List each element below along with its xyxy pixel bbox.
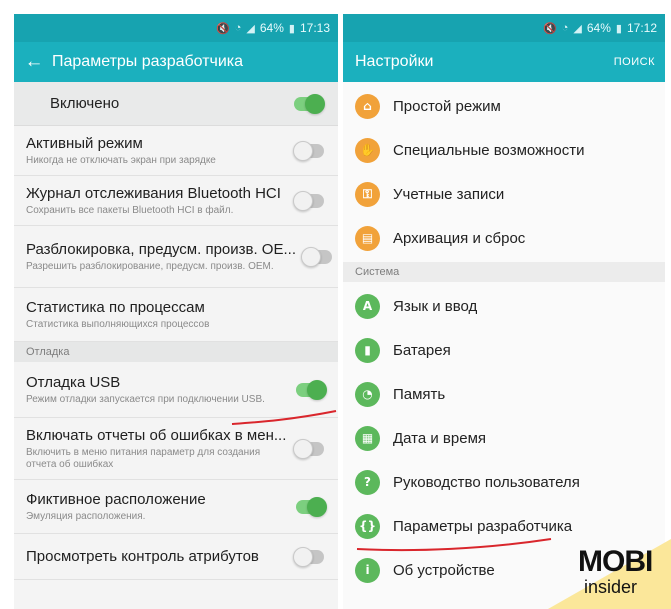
app-bar: Настройки ПОИСК: [343, 42, 665, 82]
calendar-icon: ▦: [355, 425, 380, 451]
language-icon: A: [355, 293, 380, 319]
home-icon: ⌂: [355, 93, 380, 119]
info-icon: i: [355, 557, 380, 583]
setting-texts: Статистика по процессам Статистика выполн…: [26, 299, 324, 331]
setting-title: Разблокировка, предусм. произв. OE...: [26, 240, 296, 258]
mute-icon: 🔇: [543, 22, 557, 35]
setting-texts: Разблокировка, предусм. произв. OE... Раз…: [26, 241, 304, 273]
setting-row[interactable]: Разблокировка, предусм. произв. OE... Раз…: [14, 226, 338, 288]
page-title: Параметры разработчика: [52, 53, 244, 70]
settings-item[interactable]: ◔ Память: [343, 372, 665, 416]
signal-icon: ◢: [573, 22, 582, 35]
key-icon: ⚿: [355, 181, 380, 207]
settings-item[interactable]: ⚿ Учетные записи: [343, 172, 665, 216]
setting-summary: Никогда не отключать экран при зарядке: [26, 154, 216, 166]
setting-row[interactable]: Фиктивное расположение Эмуляция расположе…: [14, 480, 338, 534]
settings-item-label: Простой режим: [393, 97, 501, 115]
setting-summary: Статистика выполняющихся процессов: [26, 318, 210, 330]
setting-texts: Фиктивное расположение Эмуляция расположе…: [26, 491, 296, 523]
setting-title: Журнал отслеживания Bluetooth HCI: [26, 184, 281, 202]
setting-title: Статистика по процессам: [26, 298, 205, 316]
wifi-icon: ◔: [561, 22, 569, 34]
setting-row[interactable]: Статистика по процессам Статистика выполн…: [14, 288, 338, 342]
settings-item[interactable]: ? Руководство пользователя: [343, 460, 665, 504]
setting-toggle[interactable]: [301, 246, 332, 267]
settings-screen: 🔇 ◔ ◢ 64% ▮ 17:12 Настройки ПОИСК ⌂ Прост…: [343, 14, 665, 609]
setting-summary: Включить в меню питания параметр для соз…: [26, 446, 261, 470]
back-arrow-icon[interactable]: ←: [16, 51, 52, 73]
app-bar: ← Параметры разработчика: [14, 42, 338, 82]
settings-item[interactable]: ✋ Специальные возможности: [343, 128, 665, 172]
setting-row[interactable]: Активный режим Никогда не отключать экран…: [14, 126, 338, 176]
setting-texts: Активный режим Никогда не отключать экран…: [26, 135, 296, 167]
setting-summary: Режим отладки запускается при подключени…: [26, 393, 265, 405]
mute-icon: 🔇: [216, 22, 230, 35]
battery-icon: ▮: [288, 22, 295, 35]
developer-options-screen: 🔇 ◔ ◢ 64% ▮ 17:13 ← Параметры разработчи…: [14, 14, 338, 609]
setting-title: Отладка USB: [26, 373, 121, 391]
setting-texts: Включать отчеты об ошибках в мен... Включ…: [26, 427, 296, 471]
developer-options-icon: {}: [355, 513, 380, 539]
battery-percent: 64%: [259, 21, 284, 35]
signal-icon: ◢: [246, 22, 255, 35]
setting-title: Активный режим: [26, 134, 143, 152]
setting-texts: Журнал отслеживания Bluetooth HCI Сохрани…: [26, 185, 296, 217]
mobi-insider-logo: MOBI insider: [548, 539, 671, 609]
setting-summary: Сохранить все пакеты Bluetooth HCI в фай…: [26, 204, 234, 216]
setting-toggle[interactable]: [293, 190, 324, 211]
manual-icon: ?: [355, 469, 380, 495]
battery-icon: ▮: [615, 22, 622, 35]
clock: 17:13: [299, 21, 330, 35]
setting-title: Включать отчеты об ошибках в мен...: [26, 426, 287, 444]
settings-item-label: Специальные возможности: [393, 141, 585, 159]
setting-row[interactable]: Включать отчеты об ошибках в мен... Включ…: [14, 418, 338, 480]
search-button[interactable]: ПОИСК: [614, 56, 655, 68]
setting-title: Просмотреть контроль атрибутов: [26, 548, 259, 565]
backup-icon: ▤: [355, 225, 380, 251]
setting-row[interactable]: Журнал отслеживания Bluetooth HCI Сохрани…: [14, 176, 338, 226]
settings-item-label: Руководство пользователя: [393, 473, 580, 491]
settings-item[interactable]: ▦ Дата и время: [343, 416, 665, 460]
setting-texts: Отладка USB Режим отладки запускается при…: [26, 374, 296, 406]
setting-toggle[interactable]: [293, 438, 324, 459]
setting-toggle[interactable]: [296, 379, 327, 400]
settings-item-label: Память: [393, 385, 446, 403]
battery-percent: 64%: [586, 21, 611, 35]
setting-toggle[interactable]: [293, 546, 324, 567]
master-switch-label: Включено: [50, 95, 120, 112]
settings-item-label: Дата и время: [393, 429, 487, 447]
page-title: Настройки: [355, 53, 434, 70]
section-header-debugging: Отладка: [14, 342, 338, 362]
status-bar: 🔇 ◔ ◢ 64% ▮ 17:13: [14, 14, 338, 42]
status-bar: 🔇 ◔ ◢ 64% ▮ 17:12: [343, 14, 665, 42]
setting-row[interactable]: Отладка USB Режим отладки запускается при…: [14, 362, 338, 418]
setting-summary: Эмуляция расположения.: [26, 510, 146, 522]
storage-icon: ◔: [355, 381, 380, 407]
settings-item[interactable]: ▮ Батарея: [343, 328, 665, 372]
setting-toggle[interactable]: [293, 140, 324, 161]
settings-item[interactable]: ⌂ Простой режим: [343, 84, 665, 128]
hand-icon: ✋: [355, 137, 380, 163]
setting-texts: Просмотреть контроль атрибутов: [26, 548, 296, 565]
settings-item[interactable]: A Язык и ввод: [343, 284, 665, 328]
clock: 17:12: [626, 21, 657, 35]
setting-toggle[interactable]: [296, 496, 327, 517]
settings-item-label: Параметры разработчика: [393, 517, 573, 535]
settings-item-label: Об устройстве: [393, 561, 495, 579]
section-header-system: Система: [343, 262, 665, 282]
settings-item-label: Учетные записи: [393, 185, 505, 203]
master-switch-row[interactable]: Включено: [14, 82, 338, 126]
settings-item[interactable]: ▤ Архивация и сброс: [343, 216, 665, 260]
battery-icon: ▮: [355, 337, 380, 363]
setting-title: Фиктивное расположение: [26, 490, 206, 508]
settings-item-label: Батарея: [393, 341, 451, 359]
settings-item-label: Язык и ввод: [393, 297, 478, 315]
wifi-icon: ◔: [234, 22, 242, 34]
setting-summary: Разрешить разблокирование, предусм. прои…: [26, 260, 274, 272]
setting-row[interactable]: Просмотреть контроль атрибутов: [14, 534, 338, 580]
master-toggle[interactable]: [294, 93, 325, 114]
settings-item-label: Архивация и сброс: [393, 229, 526, 247]
